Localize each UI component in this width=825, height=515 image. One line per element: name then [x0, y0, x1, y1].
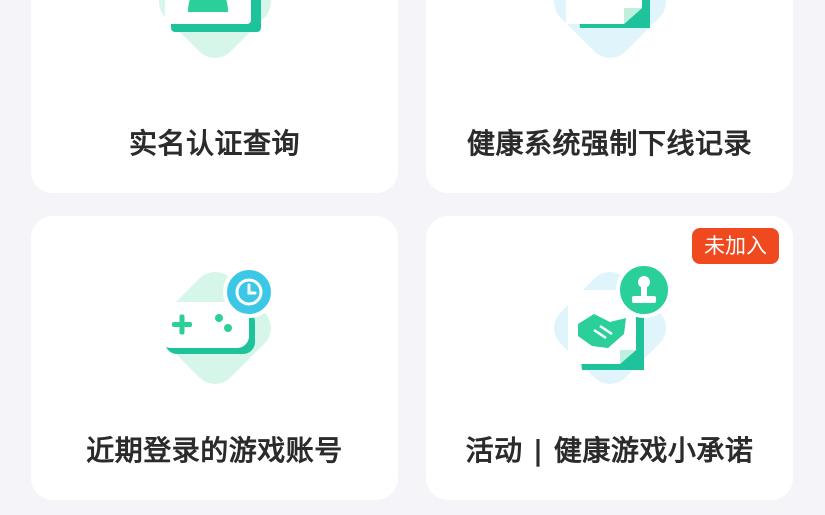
card-forced-offline-records[interactable]: 健康系统强制下线记录	[426, 0, 793, 193]
card-label: 近期登录的游戏账号	[86, 434, 343, 467]
document-record-icon	[553, 0, 666, 58]
card-label: 实名认证查询	[128, 127, 300, 160]
card-label: 活动 | 健康游戏小承诺	[465, 434, 754, 467]
card-real-name-query[interactable]: 实名认证查询	[31, 0, 398, 193]
card-recent-game-accounts[interactable]: 近期登录的游戏账号	[31, 216, 398, 500]
gamepad-clock-icon	[158, 266, 275, 384]
id-card-icon	[158, 0, 271, 58]
handshake-stamp-icon	[553, 262, 672, 384]
card-label: 健康系统强制下线记录	[466, 127, 752, 160]
card-healthy-gaming-pledge[interactable]: 未加入 活动 | 健康游戏小承诺	[426, 216, 793, 500]
status-badge: 未加入	[692, 228, 779, 264]
